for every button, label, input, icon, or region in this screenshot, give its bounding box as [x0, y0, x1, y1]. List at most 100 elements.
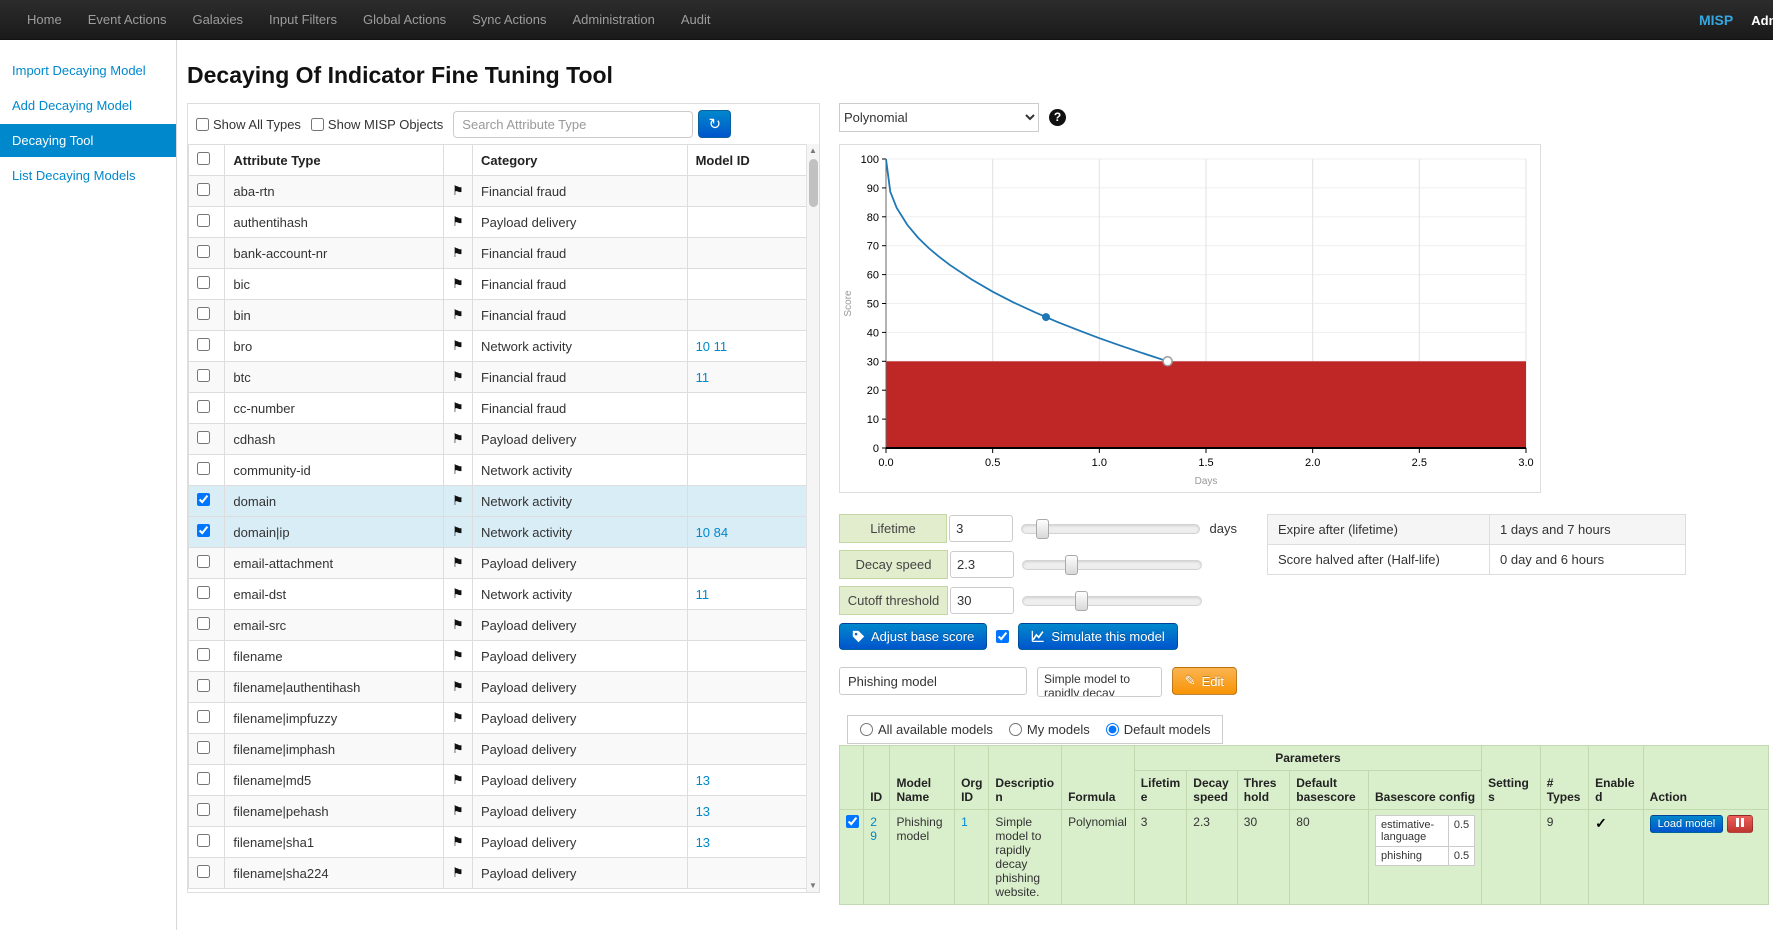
flag-icon[interactable]: ⚑: [452, 493, 464, 508]
attribute-model-id-link[interactable]: 10: [696, 525, 710, 540]
lifetime-slider-handle[interactable]: [1036, 519, 1049, 539]
attribute-row-checkbox[interactable]: [197, 586, 210, 599]
attribute-row-checkbox[interactable]: [197, 400, 210, 413]
attribute-row-checkbox[interactable]: [197, 834, 210, 847]
flag-icon[interactable]: ⚑: [452, 214, 464, 229]
cutoff-threshold-input[interactable]: [950, 587, 1014, 614]
nav-audit[interactable]: Audit: [668, 0, 724, 40]
refresh-button[interactable]: ↻: [698, 110, 731, 138]
flag-icon[interactable]: ⚑: [452, 710, 464, 725]
simulate-model-button[interactable]: Simulate this model: [1018, 623, 1177, 650]
attribute-row[interactable]: domain⚑Network activity: [189, 486, 807, 517]
decay-speed-input[interactable]: [950, 551, 1014, 578]
load-model-button[interactable]: Load model: [1650, 815, 1724, 833]
attribute-row[interactable]: filename|sha1⚑Payload delivery13: [189, 827, 807, 858]
radio-all-available-models[interactable]: [860, 723, 873, 736]
flag-icon[interactable]: ⚑: [452, 741, 464, 756]
attribute-row[interactable]: cc-number⚑Financial fraud: [189, 393, 807, 424]
radio-default-models[interactable]: [1106, 723, 1119, 736]
attribute-row[interactable]: filename|imphash⚑Payload delivery: [189, 734, 807, 765]
flag-icon[interactable]: ⚑: [452, 679, 464, 694]
flag-icon[interactable]: ⚑: [452, 462, 464, 477]
model-row-checkbox[interactable]: [846, 815, 859, 828]
decay-speed-slider[interactable]: [1022, 560, 1202, 570]
flag-icon[interactable]: ⚑: [452, 586, 464, 601]
attribute-row-checkbox[interactable]: [197, 307, 210, 320]
attribute-model-id-link[interactable]: 10: [696, 339, 710, 354]
attribute-row[interactable]: filename⚑Payload delivery: [189, 641, 807, 672]
misp-brand[interactable]: MISP: [1699, 12, 1733, 28]
attribute-row-checkbox[interactable]: [197, 338, 210, 351]
attribute-row-checkbox[interactable]: [197, 555, 210, 568]
attribute-model-id-link[interactable]: 11: [714, 339, 728, 354]
attribute-row[interactable]: filename|pehash⚑Payload delivery13: [189, 796, 807, 827]
attribute-row-checkbox[interactable]: [197, 741, 210, 754]
sidebar-item-decaying-tool[interactable]: Decaying Tool: [0, 124, 176, 157]
flag-icon[interactable]: ⚑: [452, 555, 464, 570]
attribute-row[interactable]: filename|md5⚑Payload delivery13: [189, 765, 807, 796]
flag-icon[interactable]: ⚑: [452, 803, 464, 818]
adjust-base-score-checkbox[interactable]: [996, 630, 1009, 643]
nav-global-actions[interactable]: Global Actions: [350, 0, 459, 40]
attribute-row[interactable]: btc⚑Financial fraud11: [189, 362, 807, 393]
lifetime-input[interactable]: [949, 515, 1013, 542]
attribute-row[interactable]: domain|ip⚑Network activity10 84: [189, 517, 807, 548]
attribute-model-id-link[interactable]: 13: [696, 773, 710, 788]
attribute-row-checkbox[interactable]: [197, 431, 210, 444]
nav-user[interactable]: Admin: [1751, 13, 1773, 28]
model-org-link[interactable]: 1: [961, 815, 968, 829]
chart-marker[interactable]: [1163, 357, 1172, 366]
scrollbar-down-icon[interactable]: ▼: [809, 879, 817, 892]
attribute-row[interactable]: bic⚑Financial fraud: [189, 269, 807, 300]
pause-model-button[interactable]: [1727, 815, 1753, 833]
attribute-row[interactable]: filename|sha224⚑Payload delivery: [189, 858, 807, 889]
attribute-row-checkbox[interactable]: [197, 679, 210, 692]
help-icon[interactable]: ?: [1049, 109, 1066, 126]
flag-icon[interactable]: ⚑: [452, 648, 464, 663]
model-description-textarea[interactable]: Simple model to rapidly decay: [1037, 667, 1162, 697]
attribute-row-checkbox[interactable]: [197, 245, 210, 258]
attribute-row[interactable]: cdhash⚑Payload delivery: [189, 424, 807, 455]
scrollbar-thumb[interactable]: [809, 159, 818, 207]
attribute-row-checkbox[interactable]: [197, 865, 210, 878]
nav-sync-actions[interactable]: Sync Actions: [459, 0, 559, 40]
flag-icon[interactable]: ⚑: [452, 338, 464, 353]
nav-administration[interactable]: Administration: [560, 0, 668, 40]
attribute-row-checkbox[interactable]: [197, 214, 210, 227]
attribute-row-checkbox[interactable]: [197, 648, 210, 661]
attribute-table-scrollbar[interactable]: ▲ ▼: [806, 144, 819, 892]
cutoff-threshold-slider-handle[interactable]: [1075, 591, 1088, 611]
show-all-types-checkbox[interactable]: [196, 118, 209, 131]
attribute-row[interactable]: filename|impfuzzy⚑Payload delivery: [189, 703, 807, 734]
attribute-row[interactable]: bank-account-nr⚑Financial fraud: [189, 238, 807, 269]
attribute-row-checkbox[interactable]: [197, 276, 210, 289]
attribute-row[interactable]: filename|authentihash⚑Payload delivery: [189, 672, 807, 703]
flag-icon[interactable]: ⚑: [452, 772, 464, 787]
flag-icon[interactable]: ⚑: [452, 183, 464, 198]
sidebar-item-add-decaying-model[interactable]: Add Decaying Model: [0, 89, 176, 122]
edit-model-button[interactable]: ✎ Edit: [1172, 667, 1237, 695]
nav-galaxies[interactable]: Galaxies: [179, 0, 256, 40]
select-all-checkbox[interactable]: [197, 152, 210, 165]
sidebar-item-import-decaying-model[interactable]: Import Decaying Model: [0, 54, 176, 87]
lifetime-slider[interactable]: [1021, 524, 1199, 534]
attribute-row-checkbox[interactable]: [197, 710, 210, 723]
attribute-row-checkbox[interactable]: [197, 183, 210, 196]
attribute-row-checkbox[interactable]: [197, 617, 210, 630]
flag-icon[interactable]: ⚑: [452, 431, 464, 446]
flag-icon[interactable]: ⚑: [452, 524, 464, 539]
attribute-row[interactable]: community-id⚑Network activity: [189, 455, 807, 486]
nav-home[interactable]: Home: [14, 0, 75, 40]
cutoff-threshold-slider[interactable]: [1022, 596, 1202, 606]
attribute-row[interactable]: email-src⚑Payload delivery: [189, 610, 807, 641]
attribute-model-id-link[interactable]: 11: [696, 370, 710, 385]
model-name-input[interactable]: [839, 667, 1027, 695]
attribute-row[interactable]: bin⚑Financial fraud: [189, 300, 807, 331]
radio-my-models[interactable]: [1009, 723, 1022, 736]
attribute-row-checkbox[interactable]: [197, 493, 210, 506]
flag-icon[interactable]: ⚑: [452, 400, 464, 415]
adjust-base-score-button[interactable]: Adjust base score: [839, 623, 987, 650]
attribute-row[interactable]: authentihash⚑Payload delivery: [189, 207, 807, 238]
attribute-model-id-link[interactable]: 13: [696, 835, 710, 850]
attribute-model-id-link[interactable]: 13: [696, 804, 710, 819]
